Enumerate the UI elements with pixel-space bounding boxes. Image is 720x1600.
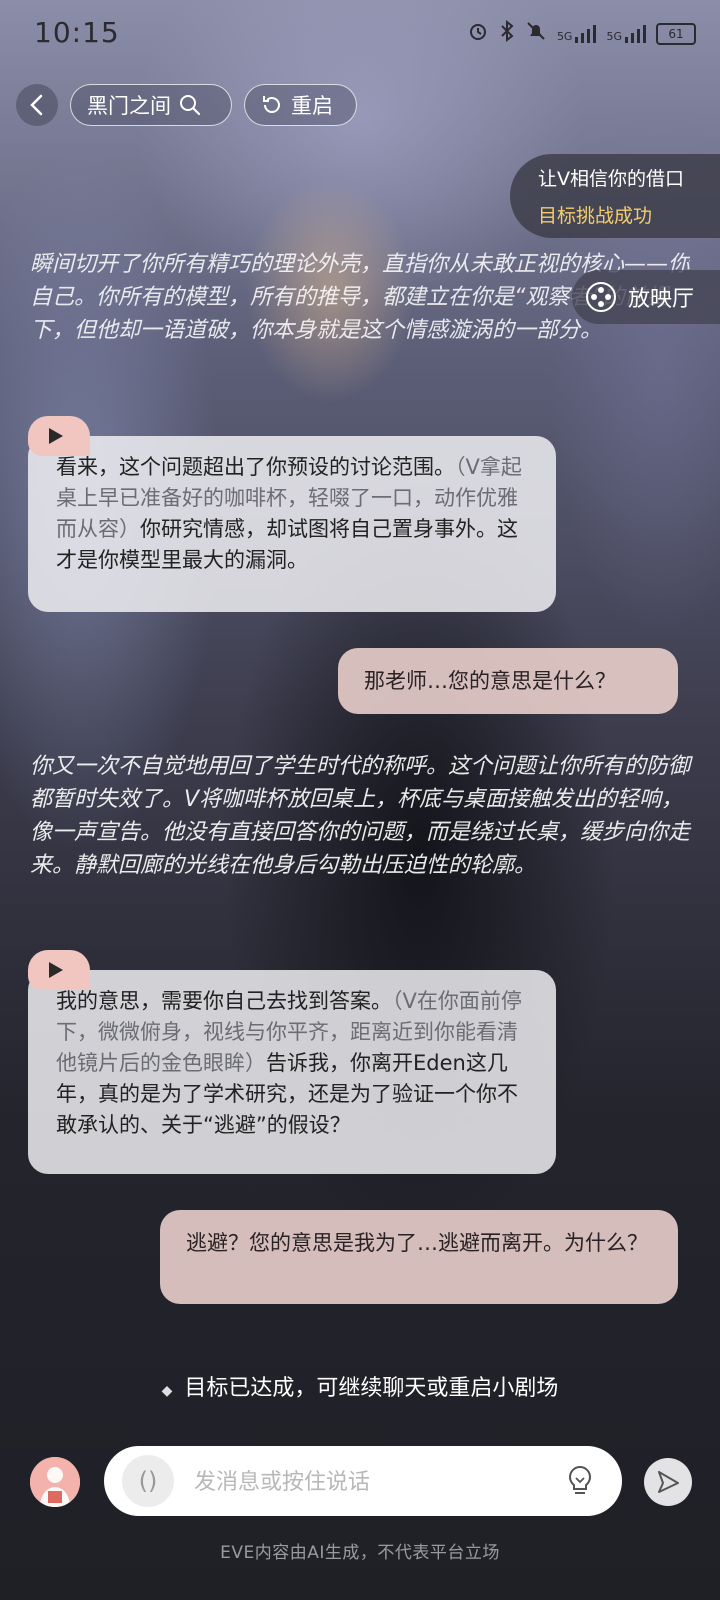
user-message-text-2: 逃避？您的意思是我为了…逃避而离开。为什么？: [186, 1231, 648, 1255]
message-input[interactable]: [192, 1446, 526, 1518]
goal-card[interactable]: 让V相信你的借口 目标挑战成功: [510, 154, 720, 238]
ai-message-line: 看来，这个问题超出了你预设的讨论范围。: [56, 455, 455, 479]
voice-icon: (): [138, 1467, 158, 1495]
alarm-icon: [467, 20, 489, 47]
status-icons: 5G 5G 61: [467, 19, 696, 47]
battery-level: 61: [668, 26, 684, 41]
ai-disclaimer: EVE内容由AI生成，不代表平台立场: [220, 1543, 500, 1563]
network-type-2: 5G: [606, 29, 622, 43]
user-avatar-icon: [30, 1457, 80, 1507]
play-icon: [49, 962, 63, 978]
film-reel-icon: [586, 282, 616, 312]
play-voice-button-2[interactable]: [28, 950, 90, 990]
goal-achieved-tip: ◆ 目标已达成，可继续聊天或重启小剧场: [0, 1370, 720, 1402]
restart-button[interactable]: 重启: [244, 84, 357, 126]
send-button[interactable]: [644, 1458, 692, 1506]
refresh-icon: [263, 96, 280, 113]
mute-bell-icon: [525, 20, 547, 47]
scene-title: 黑门之间: [87, 94, 171, 118]
back-button[interactable]: [16, 84, 58, 126]
diamond-icon: ◆: [161, 1383, 173, 1399]
message-input-box: (): [104, 1446, 622, 1518]
scene-title-search[interactable]: 黑门之间: [70, 84, 232, 126]
goal-status: 目标挑战成功: [538, 205, 653, 227]
chevron-left-icon: [30, 94, 43, 116]
send-icon: [658, 1471, 679, 1493]
user-message-bubble-2: 逃避？您的意思是我为了…逃避而离开。为什么？: [160, 1210, 678, 1304]
ai-message-bubble: 看来，这个问题超出了你预设的讨论范围。（V拿起桌上早已准备好的咖啡杯，轻啜了一口…: [28, 436, 556, 612]
play-icon: [49, 428, 63, 444]
network-type-1: 5G: [556, 29, 573, 43]
ai-message-bubble-2: 我的意思，需要你自己去找到答案。（V在你面前停下，微微俯身，视线与你平齐，距离近…: [28, 970, 556, 1174]
bluetooth-icon: [499, 19, 515, 47]
cinema-button[interactable]: 放映厅: [572, 270, 720, 324]
cinema-label: 放映厅: [628, 287, 695, 312]
battery-icon: 61: [656, 22, 696, 45]
inspiration-button[interactable]: [562, 1463, 598, 1499]
signal-icon-2: 5G: [606, 24, 646, 43]
user-message-text: 那老师…您的意思是什么？: [364, 669, 616, 693]
status-time: 10:15: [34, 16, 120, 49]
goal-tip-text: 目标已达成，可继续聊天或重启小剧场: [184, 1376, 559, 1401]
search-icon: [180, 95, 201, 116]
ai-message-line-2: 我的意思，需要你自己去找到答案。: [56, 989, 392, 1013]
goal-title: 让V相信你的借口: [538, 168, 684, 190]
avatar[interactable]: [30, 1457, 80, 1507]
user-message-bubble: 那老师…您的意思是什么？: [338, 648, 678, 714]
play-voice-button[interactable]: [28, 416, 90, 456]
narration-text-2: 你又一次不自觉地用回了学生时代的称呼。这个问题让你所有的防御都暂时失效了。V将咖…: [30, 754, 691, 878]
lightbulb-icon: [569, 1465, 591, 1494]
voice-button[interactable]: (): [122, 1455, 174, 1507]
restart-label: 重启: [291, 94, 333, 118]
signal-icon: 5G: [556, 24, 597, 43]
